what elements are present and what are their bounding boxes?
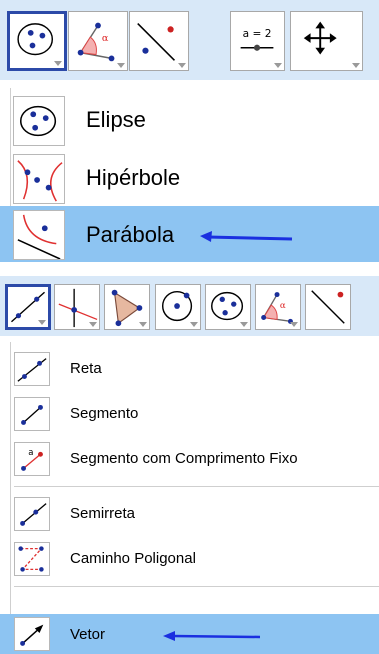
ellipse-icon [13,96,65,146]
menu-item-semirreta[interactable]: Semirreta [0,493,379,533]
menu-item-label: Elipse [86,107,146,132]
dropdown-arrow-icon [190,322,198,327]
hyperbola-icon [13,154,65,204]
menu-item-label: Parábola [86,222,175,247]
svg-text:a: a [28,447,33,457]
menu-item-caminho-poligonal[interactable]: Caminho Poligonal [0,538,379,578]
slider-tool-button[interactable]: a = 2 [230,11,285,71]
angle-tool-button[interactable]: α [255,284,301,330]
dropdown-arrow-icon [89,322,97,327]
menu-item-hiperbole[interactable]: Hipérbole [0,150,379,206]
menu-item-label: Caminho Poligonal [70,550,196,567]
line-icon [14,352,50,386]
menu-item-segmento-fixo[interactable]: a Segmento com Comprimento Fixo [0,438,379,478]
slider-label: a = 2 [243,28,272,40]
ellipse-tool-button[interactable] [7,11,67,71]
menu-item-reta[interactable]: Reta [0,348,379,388]
dropdown-arrow-icon [290,322,298,327]
dropdown-arrow-icon [352,63,360,68]
dropdown-arrow-icon [117,63,125,68]
polyline-icon [14,542,50,576]
polygon-tool-button[interactable] [104,284,150,330]
dropdown-arrow-icon [274,63,282,68]
segment-icon [14,397,50,431]
dropdown-arrow-icon [38,320,46,325]
line-point-icon [137,23,176,61]
dropdown-arrow-icon [240,322,248,327]
move-graphics-icon [303,21,337,55]
slider-icon: a = 2 [240,28,274,51]
line-tool-button[interactable] [5,284,51,330]
menu-item-elipse[interactable]: Elipse [0,92,379,148]
dropdown-arrow-icon [139,322,147,327]
menu-separator [14,486,379,487]
ray-icon [14,497,50,531]
dropdown-arrow-icon [178,63,186,68]
annotation-arrow-icon [200,231,293,242]
line-point-tool-button[interactable] [305,284,351,330]
perpendicular-line-tool-button[interactable] [54,284,100,330]
angle-icon: α [77,22,115,62]
ellipse-through-points-icon [17,23,54,56]
menu-item-parabola[interactable]: Parábola [0,206,379,262]
menu-item-label: Segmento com Comprimento Fixo [70,450,298,467]
vector-icon [14,617,50,651]
svg-text:α: α [102,33,109,44]
circle-tool-button[interactable] [155,284,201,330]
menu-separator [14,586,379,587]
dropdown-arrow-icon [54,61,62,66]
menu-item-segmento[interactable]: Segmento [0,393,379,433]
conic-tool-button[interactable] [205,284,251,330]
menu-item-label: Semirreta [70,505,136,522]
svg-text:α: α [280,301,286,311]
conic-tools-panel: α a = 2 Elipse Hipérbole Parábola [0,0,379,262]
parabola-icon [13,210,65,260]
angle-tool-button[interactable]: α [68,11,128,71]
toolbar: α [0,276,379,336]
toolbar: α a = 2 [0,0,379,80]
segment-fixed-length-icon: a [14,442,50,476]
annotation-arrow-icon [163,631,261,641]
line-point-tool-button[interactable] [129,11,189,71]
panel-gap [0,262,379,276]
move-graphics-tool-button[interactable] [290,11,363,71]
menu-item-label: Vetor [70,626,106,643]
line-point-icon [311,290,345,324]
line-tools-panel: α Reta Segmento a Segmento com Comprimen… [0,276,379,654]
menu-item-vetor[interactable]: Vetor [0,614,379,654]
menu-item-label: Reta [70,360,102,377]
menu-item-label: Hipérbole [86,165,181,190]
menu-item-label: Segmento [70,405,139,422]
